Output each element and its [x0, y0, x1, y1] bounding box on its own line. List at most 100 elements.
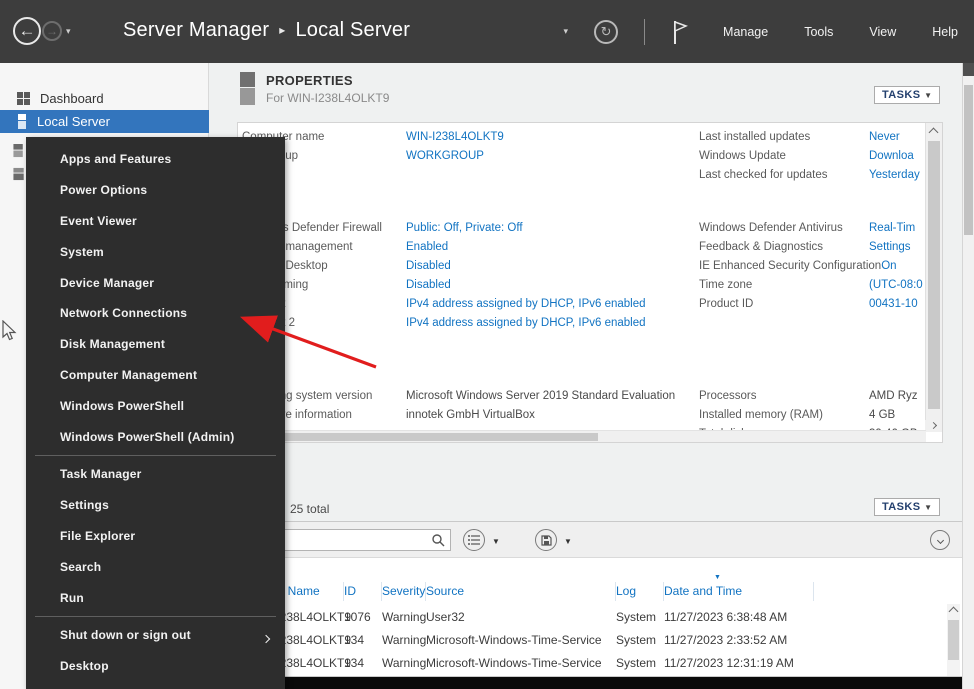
- property-value-link[interactable]: On: [881, 257, 896, 276]
- event-row[interactable]: WIN-I238L4OLKT9 134 Warning Microsoft-Wi…: [241, 652, 951, 675]
- tasks-caret-icon: ▼: [924, 503, 932, 512]
- filter-list-caret-icon[interactable]: ▼: [492, 537, 500, 546]
- scrollbar-thumb[interactable]: [964, 85, 973, 235]
- property-row: Installed memory (RAM)4 GB: [699, 406, 918, 425]
- scrollbar-thumb[interactable]: [242, 433, 598, 441]
- property-value: innotek GmbH VirtualBox: [406, 406, 535, 425]
- menu-item[interactable]: Device Manager: [26, 267, 285, 298]
- windows-taskbar[interactable]: [209, 677, 974, 689]
- menu-item[interactable]: Network Connections: [26, 298, 285, 329]
- menu-item[interactable]: Power Options: [26, 175, 285, 206]
- property-row: Remote managementEnabled: [242, 238, 646, 257]
- collapse-events-button[interactable]: [930, 530, 950, 550]
- event-id: 134: [344, 629, 382, 652]
- menu-item-label: Device Manager: [60, 276, 154, 290]
- property-value-link[interactable]: Never: [869, 128, 900, 147]
- properties-title: PROPERTIES: [266, 73, 353, 88]
- column-header-source[interactable]: Source: [426, 582, 616, 601]
- events-vertical-scrollbar[interactable]: [947, 604, 960, 676]
- save-query-caret-icon[interactable]: ▼: [564, 537, 572, 546]
- properties-vertical-scrollbar[interactable]: [925, 123, 942, 432]
- menu-item-label: Computer Management: [60, 368, 197, 382]
- property-row: Windows Defender FirewallPublic: Off, Pr…: [242, 219, 646, 238]
- property-value-link[interactable]: Real-Tim: [869, 219, 915, 238]
- property-value-link[interactable]: Public: Off, Private: Off: [406, 219, 523, 238]
- property-value-link[interactable]: (UTC-08:0: [869, 276, 923, 295]
- menu-item[interactable]: Desktop: [26, 651, 285, 682]
- forward-button[interactable]: →: [42, 21, 62, 41]
- menu-item[interactable]: Search: [26, 551, 285, 582]
- property-value-link[interactable]: IPv4 address assigned by DHCP, IPv6 enab…: [406, 314, 646, 333]
- event-row[interactable]: WIN-I238L4OLKT9 134 Warning Microsoft-Wi…: [241, 629, 951, 652]
- event-row[interactable]: WIN-I238L4OLKT9 1076 Warning User32 Syst…: [241, 606, 951, 629]
- menu-item-label: Disk Management: [60, 337, 165, 351]
- column-header-severity[interactable]: Severity: [382, 582, 426, 601]
- menu-item-label: Search: [60, 560, 101, 574]
- menu-item[interactable]: Run: [26, 582, 285, 613]
- sidebar-item-label: Dashboard: [40, 91, 104, 106]
- events-tasks-button[interactable]: TASKS ▼: [874, 498, 940, 516]
- properties-group: Windows Defender AntivirusReal-TimFeedba…: [699, 219, 923, 314]
- properties-group: Operating system versionMicrosoft Window…: [242, 387, 675, 425]
- property-row: EthernetIPv4 address assigned by DHCP, I…: [242, 295, 646, 314]
- menu-item[interactable]: Task Manager: [26, 459, 285, 490]
- column-header-id[interactable]: ID: [344, 582, 382, 601]
- menu-item-label: Network Connections: [60, 306, 187, 320]
- scrollbar-thumb[interactable]: [928, 141, 940, 409]
- property-value-link[interactable]: Yesterday: [869, 166, 920, 185]
- search-icon[interactable]: [431, 533, 445, 547]
- menu-item[interactable]: Windows PowerShell: [26, 390, 285, 421]
- property-value-link[interactable]: Downloa: [869, 147, 914, 166]
- menu-item-label: Event Viewer: [60, 214, 137, 228]
- filter-list-button[interactable]: [463, 529, 485, 551]
- menu-item[interactable]: Disk Management: [26, 329, 285, 360]
- sidebar-item-local-server[interactable]: Local Server: [0, 110, 209, 133]
- menu-item[interactable]: System: [26, 236, 285, 267]
- properties-tasks-button[interactable]: TASKS ▼: [874, 86, 940, 104]
- event-datetime: 11/27/2023 6:38:48 AM: [664, 606, 814, 629]
- scrollbar-thumb[interactable]: [948, 620, 959, 660]
- scroll-up-icon[interactable]: [929, 128, 939, 138]
- properties-horizontal-scrollbar[interactable]: [238, 430, 926, 442]
- property-value: 4 GB: [869, 406, 895, 425]
- breadcrumb-root[interactable]: Server Manager: [123, 19, 269, 41]
- property-value-link[interactable]: Disabled: [406, 276, 451, 295]
- menu-view[interactable]: View: [869, 25, 896, 39]
- column-header-date-time[interactable]: ▼Date and Time: [664, 582, 814, 601]
- menu-manage[interactable]: Manage: [723, 25, 768, 39]
- nav-history-caret-icon[interactable]: ▾: [66, 26, 71, 37]
- menu-item[interactable]: Event Viewer: [26, 206, 285, 237]
- column-header-log[interactable]: Log: [616, 582, 664, 601]
- sidebar-item-dashboard[interactable]: Dashboard: [0, 87, 209, 110]
- menu-item[interactable]: Apps and Features: [26, 144, 285, 175]
- refresh-icon[interactable]: ↻: [594, 20, 618, 44]
- event-datetime: 11/27/2023 12:31:19 AM: [664, 652, 814, 675]
- menu-tools[interactable]: Tools: [804, 25, 833, 39]
- property-value-link[interactable]: WORKGROUP: [406, 147, 484, 166]
- property-value-link[interactable]: Enabled: [406, 238, 448, 257]
- menu-item[interactable]: Computer Management: [26, 360, 285, 391]
- property-row: Last installed updatesNever: [699, 128, 920, 147]
- back-button[interactable]: ←: [13, 17, 41, 45]
- property-value-link[interactable]: Disabled: [406, 257, 451, 276]
- property-row: ProcessorsAMD Ryz: [699, 387, 918, 406]
- menu-item[interactable]: Settings: [26, 490, 285, 521]
- manageability-caret-icon[interactable]: ▾: [564, 26, 569, 37]
- menu-item[interactable]: Shut down or sign out: [26, 620, 285, 651]
- event-datetime: 11/27/2023 2:33:52 AM: [664, 629, 814, 652]
- save-query-button[interactable]: [535, 529, 557, 551]
- menu-item[interactable]: Windows PowerShell (Admin): [26, 421, 285, 452]
- notifications-flag-icon[interactable]: [671, 18, 689, 46]
- property-value-link[interactable]: WIN-I238L4OLKT9: [406, 128, 504, 147]
- scroll-right-icon[interactable]: [929, 422, 936, 429]
- menu-help[interactable]: Help: [932, 25, 958, 39]
- scroll-right-corner[interactable]: [925, 420, 941, 431]
- property-value-link[interactable]: Settings: [869, 238, 911, 257]
- list-icon: [468, 535, 480, 545]
- property-row: Last checked for updatesYesterday: [699, 166, 920, 185]
- property-value-link[interactable]: IPv4 address assigned by DHCP, IPv6 enab…: [406, 295, 646, 314]
- property-value-link[interactable]: 00431-10: [869, 295, 918, 314]
- scroll-up-icon[interactable]: [949, 607, 959, 617]
- menu-item[interactable]: File Explorer: [26, 521, 285, 552]
- window-vertical-scrollbar[interactable]: [962, 63, 974, 689]
